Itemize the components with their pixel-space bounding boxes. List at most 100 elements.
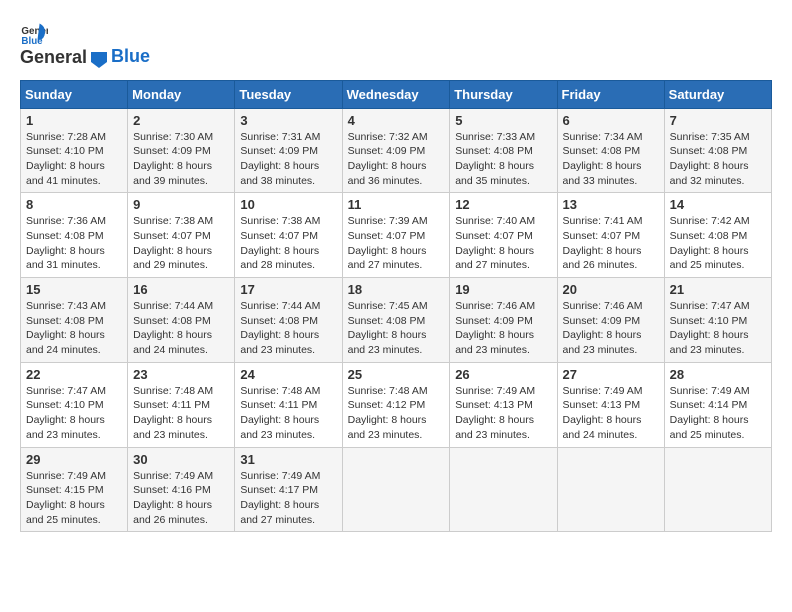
calendar-cell: 27 Sunrise: 7:49 AM Sunset: 4:13 PM Dayl… bbox=[557, 362, 664, 447]
calendar-week-4: 22 Sunrise: 7:47 AM Sunset: 4:10 PM Dayl… bbox=[21, 362, 772, 447]
sunset-label: Sunset: 4:08 PM bbox=[455, 145, 533, 157]
daylight-label: Daylight: 8 hours and 29 minutes. bbox=[133, 245, 212, 272]
calendar-cell: 20 Sunrise: 7:46 AM Sunset: 4:09 PM Dayl… bbox=[557, 278, 664, 363]
day-info: Sunrise: 7:46 AM Sunset: 4:09 PM Dayligh… bbox=[455, 299, 551, 358]
daylight-label: Daylight: 8 hours and 27 minutes. bbox=[348, 245, 427, 272]
day-number: 15 bbox=[26, 282, 122, 297]
sunrise-label: Sunrise: 7:48 AM bbox=[348, 385, 428, 397]
sunrise-label: Sunrise: 7:47 AM bbox=[26, 385, 106, 397]
day-info: Sunrise: 7:33 AM Sunset: 4:08 PM Dayligh… bbox=[455, 130, 551, 189]
daylight-label: Daylight: 8 hours and 25 minutes. bbox=[670, 414, 749, 441]
calendar-cell: 22 Sunrise: 7:47 AM Sunset: 4:10 PM Dayl… bbox=[21, 362, 128, 447]
sunset-label: Sunset: 4:16 PM bbox=[133, 484, 211, 496]
sunrise-label: Sunrise: 7:43 AM bbox=[26, 300, 106, 312]
sunset-label: Sunset: 4:07 PM bbox=[563, 230, 641, 242]
calendar-table: SundayMondayTuesdayWednesdayThursdayFrid… bbox=[20, 80, 772, 532]
daylight-label: Daylight: 8 hours and 39 minutes. bbox=[133, 160, 212, 187]
daylight-label: Daylight: 8 hours and 25 minutes. bbox=[26, 499, 105, 526]
day-number: 7 bbox=[670, 113, 766, 128]
calendar-cell: 25 Sunrise: 7:48 AM Sunset: 4:12 PM Dayl… bbox=[342, 362, 450, 447]
sunrise-label: Sunrise: 7:32 AM bbox=[348, 131, 428, 143]
calendar-cell: 19 Sunrise: 7:46 AM Sunset: 4:09 PM Dayl… bbox=[450, 278, 557, 363]
day-info: Sunrise: 7:48 AM Sunset: 4:12 PM Dayligh… bbox=[348, 384, 445, 443]
calendar-cell: 1 Sunrise: 7:28 AM Sunset: 4:10 PM Dayli… bbox=[21, 108, 128, 193]
sunrise-label: Sunrise: 7:49 AM bbox=[670, 385, 750, 397]
daylight-label: Daylight: 8 hours and 35 minutes. bbox=[455, 160, 534, 187]
day-number: 4 bbox=[348, 113, 445, 128]
daylight-label: Daylight: 8 hours and 23 minutes. bbox=[455, 414, 534, 441]
calendar-cell: 29 Sunrise: 7:49 AM Sunset: 4:15 PM Dayl… bbox=[21, 447, 128, 532]
sunset-label: Sunset: 4:07 PM bbox=[240, 230, 318, 242]
calendar-cell: 16 Sunrise: 7:44 AM Sunset: 4:08 PM Dayl… bbox=[128, 278, 235, 363]
logo-arrow-icon bbox=[89, 48, 109, 70]
calendar-cell: 21 Sunrise: 7:47 AM Sunset: 4:10 PM Dayl… bbox=[664, 278, 771, 363]
logo-icon: General Blue bbox=[20, 20, 48, 48]
day-number: 27 bbox=[563, 367, 659, 382]
daylight-label: Daylight: 8 hours and 23 minutes. bbox=[26, 414, 105, 441]
daylight-label: Daylight: 8 hours and 23 minutes. bbox=[348, 329, 427, 356]
sunrise-label: Sunrise: 7:45 AM bbox=[348, 300, 428, 312]
day-info: Sunrise: 7:48 AM Sunset: 4:11 PM Dayligh… bbox=[133, 384, 229, 443]
sunset-label: Sunset: 4:08 PM bbox=[240, 315, 318, 327]
day-number: 29 bbox=[26, 452, 122, 467]
calendar-cell bbox=[450, 447, 557, 532]
day-info: Sunrise: 7:49 AM Sunset: 4:17 PM Dayligh… bbox=[240, 469, 336, 528]
day-number: 24 bbox=[240, 367, 336, 382]
sunrise-label: Sunrise: 7:49 AM bbox=[26, 470, 106, 482]
day-number: 6 bbox=[563, 113, 659, 128]
calendar-cell: 30 Sunrise: 7:49 AM Sunset: 4:16 PM Dayl… bbox=[128, 447, 235, 532]
day-info: Sunrise: 7:49 AM Sunset: 4:13 PM Dayligh… bbox=[563, 384, 659, 443]
sunrise-label: Sunrise: 7:49 AM bbox=[240, 470, 320, 482]
day-info: Sunrise: 7:28 AM Sunset: 4:10 PM Dayligh… bbox=[26, 130, 122, 189]
day-number: 23 bbox=[133, 367, 229, 382]
calendar-header: SundayMondayTuesdayWednesdayThursdayFrid… bbox=[21, 80, 772, 108]
day-info: Sunrise: 7:49 AM Sunset: 4:14 PM Dayligh… bbox=[670, 384, 766, 443]
calendar-cell bbox=[342, 447, 450, 532]
day-info: Sunrise: 7:34 AM Sunset: 4:08 PM Dayligh… bbox=[563, 130, 659, 189]
daylight-label: Daylight: 8 hours and 23 minutes. bbox=[670, 329, 749, 356]
sunrise-label: Sunrise: 7:41 AM bbox=[563, 215, 643, 227]
day-number: 12 bbox=[455, 197, 551, 212]
calendar-week-3: 15 Sunrise: 7:43 AM Sunset: 4:08 PM Dayl… bbox=[21, 278, 772, 363]
sunset-label: Sunset: 4:09 PM bbox=[563, 315, 641, 327]
sunrise-label: Sunrise: 7:46 AM bbox=[563, 300, 643, 312]
day-number: 13 bbox=[563, 197, 659, 212]
daylight-label: Daylight: 8 hours and 33 minutes. bbox=[563, 160, 642, 187]
daylight-label: Daylight: 8 hours and 23 minutes. bbox=[455, 329, 534, 356]
day-number: 14 bbox=[670, 197, 766, 212]
svg-text:Blue: Blue bbox=[21, 36, 43, 47]
sunset-label: Sunset: 4:12 PM bbox=[348, 399, 426, 411]
sunset-label: Sunset: 4:14 PM bbox=[670, 399, 748, 411]
daylight-label: Daylight: 8 hours and 23 minutes. bbox=[563, 329, 642, 356]
day-number: 22 bbox=[26, 367, 122, 382]
sunset-label: Sunset: 4:10 PM bbox=[26, 145, 104, 157]
sunset-label: Sunset: 4:13 PM bbox=[563, 399, 641, 411]
day-number: 20 bbox=[563, 282, 659, 297]
day-info: Sunrise: 7:49 AM Sunset: 4:13 PM Dayligh… bbox=[455, 384, 551, 443]
sunset-label: Sunset: 4:07 PM bbox=[348, 230, 426, 242]
calendar-cell: 26 Sunrise: 7:49 AM Sunset: 4:13 PM Dayl… bbox=[450, 362, 557, 447]
daylight-label: Daylight: 8 hours and 41 minutes. bbox=[26, 160, 105, 187]
day-info: Sunrise: 7:48 AM Sunset: 4:11 PM Dayligh… bbox=[240, 384, 336, 443]
calendar-cell: 5 Sunrise: 7:33 AM Sunset: 4:08 PM Dayli… bbox=[450, 108, 557, 193]
day-info: Sunrise: 7:42 AM Sunset: 4:08 PM Dayligh… bbox=[670, 214, 766, 273]
day-number: 17 bbox=[240, 282, 336, 297]
sunrise-label: Sunrise: 7:38 AM bbox=[240, 215, 320, 227]
calendar-week-1: 1 Sunrise: 7:28 AM Sunset: 4:10 PM Dayli… bbox=[21, 108, 772, 193]
sunrise-label: Sunrise: 7:36 AM bbox=[26, 215, 106, 227]
sunset-label: Sunset: 4:17 PM bbox=[240, 484, 318, 496]
daylight-label: Daylight: 8 hours and 24 minutes. bbox=[133, 329, 212, 356]
day-info: Sunrise: 7:38 AM Sunset: 4:07 PM Dayligh… bbox=[133, 214, 229, 273]
day-number: 30 bbox=[133, 452, 229, 467]
daylight-label: Daylight: 8 hours and 27 minutes. bbox=[455, 245, 534, 272]
day-number: 2 bbox=[133, 113, 229, 128]
calendar-cell: 24 Sunrise: 7:48 AM Sunset: 4:11 PM Dayl… bbox=[235, 362, 342, 447]
daylight-label: Daylight: 8 hours and 25 minutes. bbox=[670, 245, 749, 272]
calendar-week-5: 29 Sunrise: 7:49 AM Sunset: 4:15 PM Dayl… bbox=[21, 447, 772, 532]
day-header-friday: Friday bbox=[557, 80, 664, 108]
day-info: Sunrise: 7:31 AM Sunset: 4:09 PM Dayligh… bbox=[240, 130, 336, 189]
sunrise-label: Sunrise: 7:42 AM bbox=[670, 215, 750, 227]
sunrise-label: Sunrise: 7:34 AM bbox=[563, 131, 643, 143]
day-header-wednesday: Wednesday bbox=[342, 80, 450, 108]
day-number: 16 bbox=[133, 282, 229, 297]
